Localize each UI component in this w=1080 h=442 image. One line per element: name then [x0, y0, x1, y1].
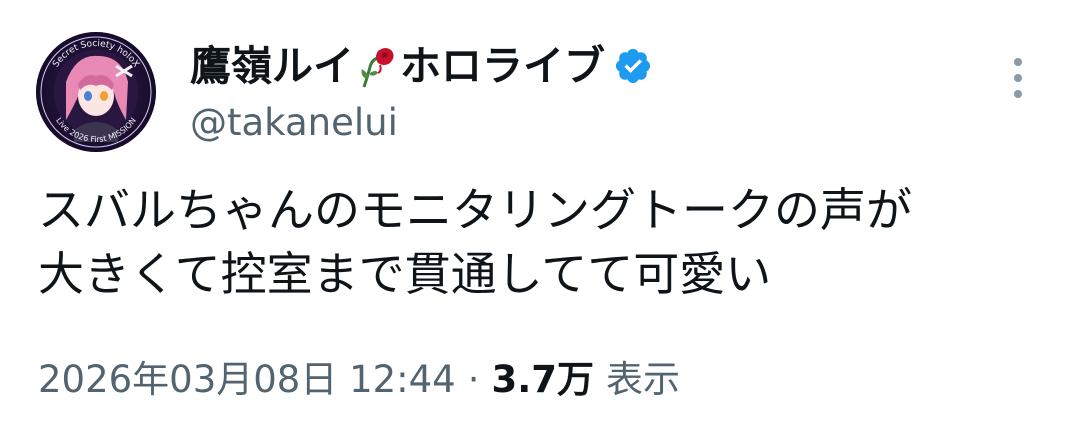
more-vertical-icon	[1014, 58, 1022, 98]
tweet-text-line: 大きくて控室まで貫通してて可愛い	[38, 247, 772, 301]
tweet-text-line: スバルちゃんのモニタリングトークの声が	[38, 183, 912, 237]
tweet-meta: 2026年03月08日 12:44 · 3.7万 表示	[38, 352, 680, 408]
wilted-rose-icon	[356, 43, 398, 89]
verified-badge-icon	[613, 46, 653, 86]
avatar-image: Secret Society holoX Live 2026 First MIS…	[36, 32, 156, 152]
author-name-row[interactable]: 鷹嶺ルイ ホロライブ	[190, 38, 990, 94]
author-handle[interactable]: @takanelui	[190, 98, 990, 148]
views-label: 表示	[606, 358, 681, 401]
avatar[interactable]: Secret Society holoX Live 2026 First MIS…	[36, 32, 156, 152]
more-options-button[interactable]	[1000, 48, 1036, 108]
timestamp[interactable]: 2026年03月08日 12:44	[38, 352, 456, 408]
tweet[interactable]: Secret Society holoX Live 2026 First MIS…	[0, 0, 1080, 442]
author-display-name-suffix[interactable]: ホロライブ	[400, 38, 605, 94]
views-count[interactable]: 3.7万	[491, 352, 594, 408]
author-display-name[interactable]: 鷹嶺ルイ	[190, 38, 354, 94]
tweet-header: 鷹嶺ルイ ホロライブ @takanelui	[190, 38, 990, 148]
meta-separator: ·	[467, 358, 480, 401]
tweet-text: スバルちゃんのモニタリングトークの声が 大きくて控室まで貫通してて可愛い	[38, 178, 1048, 306]
